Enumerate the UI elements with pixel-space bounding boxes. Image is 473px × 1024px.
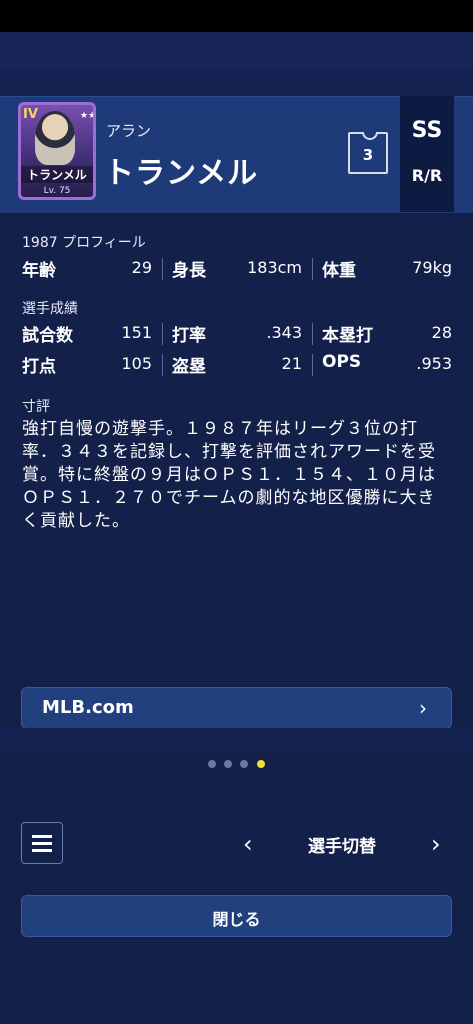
divider — [162, 323, 163, 345]
star-rating-icon: ★★★★★ — [80, 111, 96, 121]
sb-value: 21 — [281, 354, 302, 373]
sb-label: 盗塁 — [172, 357, 206, 377]
rbi-label: 打点 — [22, 357, 56, 377]
jersey-collar — [362, 132, 378, 140]
mlb-link-label: MLB.com — [42, 697, 134, 718]
mlb-link-button[interactable]: MLB.com › — [21, 687, 452, 729]
page-dot[interactable] — [240, 760, 248, 768]
weight-cell: 体重 79kg — [322, 256, 452, 282]
profile-row: 年齢 29 身長 183cm 体重 79kg — [22, 256, 452, 282]
player-portrait — [35, 111, 75, 165]
age-cell: 年齢 29 — [22, 256, 152, 282]
weight-value: 79kg — [412, 258, 452, 277]
divider — [312, 258, 313, 280]
player-first-name: アラン — [106, 122, 152, 140]
close-label: 閉じる — [212, 910, 261, 929]
height-value: 183cm — [247, 258, 302, 277]
sb-cell: 盗塁 21 — [172, 352, 302, 378]
position-box: SS R/R — [400, 96, 454, 212]
avg-value: .343 — [266, 323, 302, 342]
hamburger-menu-icon — [32, 842, 52, 845]
hr-value: 28 — [431, 323, 452, 342]
position: SS — [411, 118, 443, 143]
menu-button[interactable] — [21, 822, 63, 864]
age-value: 29 — [131, 258, 152, 277]
ops-label: OPS — [322, 352, 362, 372]
card-level: Lv. 75 — [43, 186, 71, 196]
page-dot[interactable] — [224, 760, 232, 768]
profile-section-label: 1987 プロフィール — [22, 235, 146, 251]
rbi-value: 105 — [121, 354, 152, 373]
hr-cell: 本塁打 28 — [322, 321, 452, 347]
status-bar — [0, 0, 473, 32]
card-name: トランメル — [21, 166, 93, 183]
close-button[interactable]: 閉じる — [21, 895, 452, 937]
hamburger-menu-icon — [32, 849, 52, 852]
games-cell: 試合数 151 — [22, 321, 152, 347]
avg-label: 打率 — [172, 326, 206, 346]
height-label: 身長 — [172, 261, 206, 281]
player-card-thumbnail: IV ★★★★★ トランメル Lv. 75 — [18, 102, 96, 200]
divider — [162, 258, 163, 280]
avg-cell: 打率 .343 — [172, 321, 302, 347]
games-value: 151 — [121, 323, 152, 342]
divider — [162, 354, 163, 376]
top-band-secondary — [0, 68, 473, 96]
top-band — [0, 32, 473, 68]
ops-cell: OPS .953 — [322, 352, 452, 378]
bats-throws: R/R — [411, 166, 443, 185]
stats-row: 打点 105 盗塁 21 OPS .953 — [22, 352, 452, 378]
height-cell: 身長 183cm — [172, 256, 302, 282]
switch-player-label: 選手切替 — [308, 837, 376, 857]
card-rank-badge: IV — [23, 107, 38, 122]
jersey-number-icon: 3 — [348, 132, 388, 174]
age-label: 年齢 — [22, 261, 56, 281]
ops-value: .953 — [416, 354, 452, 373]
weight-label: 体重 — [322, 261, 356, 281]
review-section-label: 寸評 — [22, 399, 50, 415]
games-label: 試合数 — [22, 326, 73, 346]
rbi-cell: 打点 105 — [22, 352, 152, 378]
stats-section-label: 選手成績 — [22, 301, 78, 317]
pager-band — [0, 728, 473, 752]
divider — [312, 323, 313, 345]
chevron-right-icon: › — [419, 696, 427, 720]
next-player-button[interactable]: › — [431, 830, 441, 858]
hamburger-menu-icon — [32, 835, 52, 838]
page-dot[interactable] — [208, 760, 216, 768]
jersey-number: 3 — [362, 146, 374, 164]
prev-player-button[interactable]: ‹ — [243, 830, 253, 858]
divider — [312, 354, 313, 376]
stats-row: 試合数 151 打率 .343 本塁打 28 — [22, 321, 452, 347]
page-dot-active[interactable] — [257, 760, 265, 768]
player-last-name: トランメル — [104, 156, 259, 191]
review-text: 強打自慢の遊撃手。１９８７年はリーグ３位の打率．３４３を記録し、打撃を評価されア… — [22, 419, 436, 531]
hr-label: 本塁打 — [322, 326, 373, 346]
